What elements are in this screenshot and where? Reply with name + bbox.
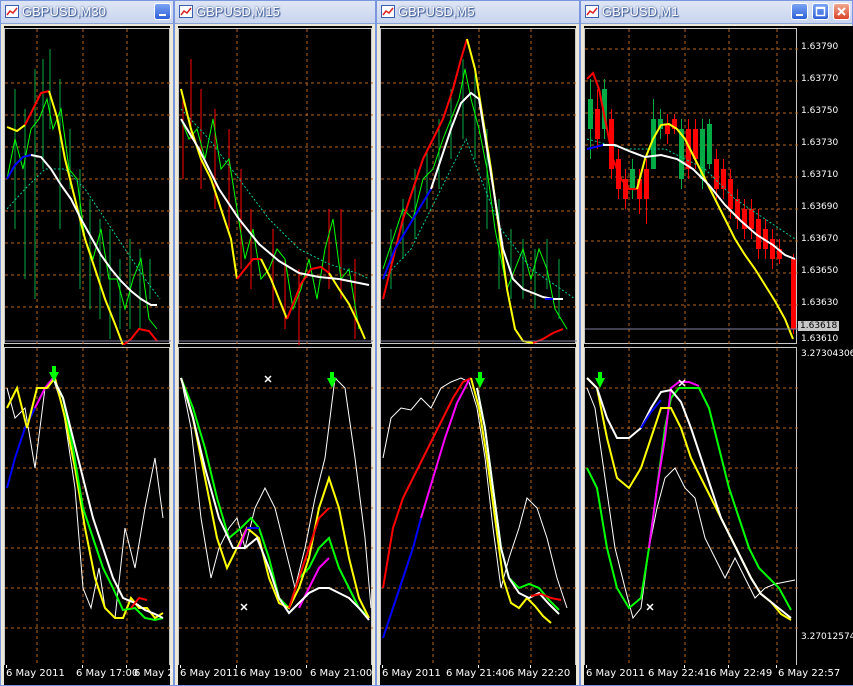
minimize-icon xyxy=(159,14,166,16)
time-axis: 6 May 2011 6 May 21:40 6 May 22:20 xyxy=(380,665,576,685)
chart-window-m1[interactable]: GBPUSD,M1 1.63790 1.63770 1.63750 1.6373… xyxy=(580,0,853,686)
window-title: GBPUSD,M5 xyxy=(398,4,475,19)
price-panel[interactable] xyxy=(178,28,373,345)
price-chart xyxy=(179,29,373,345)
time-label: 6 May 2011 xyxy=(382,668,441,679)
price-panel[interactable] xyxy=(584,28,800,345)
time-label: 6 May 2011 xyxy=(180,668,239,679)
indicator-panel[interactable] xyxy=(584,347,800,670)
indicator-chart xyxy=(585,348,800,670)
window-titlebar[interactable]: GBPUSD,M1 xyxy=(581,1,852,24)
arrow-down-icon xyxy=(327,372,337,388)
time-label: 6 May 22:41 xyxy=(648,668,711,679)
price-label: 1.63650 xyxy=(801,266,839,276)
indicator-panel[interactable] xyxy=(4,347,171,670)
window-title: GBPUSD,M15 xyxy=(196,4,280,19)
current-price-badge: 1.63618 xyxy=(798,321,840,331)
price-label: 1.63770 xyxy=(801,74,839,84)
price-chart xyxy=(585,29,800,345)
time-label: 6 May 2 xyxy=(134,668,174,679)
price-label: 1.63750 xyxy=(801,106,839,116)
window-title: GBPUSD,M30 xyxy=(22,4,106,19)
price-panel[interactable] xyxy=(380,28,577,345)
cross-marker-icon xyxy=(264,375,272,383)
price-label: 1.63670 xyxy=(801,234,839,244)
window-titlebar[interactable]: GBPUSD,M30 xyxy=(1,1,173,24)
indicator-panel[interactable] xyxy=(178,347,373,670)
price-label: 1.63630 xyxy=(801,298,839,308)
price-label: 1.63730 xyxy=(801,138,839,148)
chart-window-icon xyxy=(179,5,193,18)
cross-marker-icon xyxy=(646,603,654,611)
chart-window-icon xyxy=(381,5,395,18)
chart-area[interactable]: 1.63790 1.63770 1.63750 1.63730 1.63710 … xyxy=(584,26,853,685)
chart-window-m5[interactable]: GBPUSD,M5 6 May 2011 6 May 21:40 6 May 2… xyxy=(376,0,580,686)
indicator-chart xyxy=(179,348,373,670)
time-axis: 6 May 2011 6 May 19:00 6 May 21:00 xyxy=(178,665,372,685)
indicator-chart xyxy=(381,348,577,670)
time-label: 6 May 22:57 xyxy=(778,668,841,679)
chart-area[interactable]: 6 May 2011 6 May 21:40 6 May 22:20 xyxy=(380,26,577,685)
time-label: 6 May 2011 xyxy=(6,668,65,679)
indicator-panel[interactable] xyxy=(380,347,577,670)
maximize-button[interactable] xyxy=(812,3,829,20)
close-icon xyxy=(837,7,846,16)
arrow-down-icon xyxy=(475,372,485,388)
indicator-min-label: 3.27012574 xyxy=(801,632,853,642)
time-label: 6 May 19:00 xyxy=(240,668,303,679)
minimize-icon xyxy=(796,14,803,16)
maximize-icon xyxy=(815,6,826,17)
indicator-max-label: 3.27304306 xyxy=(801,349,853,359)
time-label: 6 May 17:00 xyxy=(76,668,139,679)
time-axis: 6 May 2011 6 May 17:00 6 May 2 xyxy=(4,665,174,685)
price-label: 1.63790 xyxy=(801,42,839,52)
window-titlebar[interactable]: GBPUSD,M15 xyxy=(175,1,375,24)
price-chart xyxy=(5,29,171,345)
price-chart xyxy=(381,29,577,345)
indicator-chart xyxy=(5,348,171,670)
white-ma-line xyxy=(30,154,157,306)
chart-area[interactable]: 6 May 2011 6 May 19:00 6 May 21:00 xyxy=(178,26,373,685)
time-axis: 6 May 2011 6 May 22:41 6 May 22:49 6 May… xyxy=(584,665,849,685)
cross-marker-icon xyxy=(240,603,248,611)
yellow-trend-line xyxy=(636,122,794,340)
price-label: 1.63690 xyxy=(801,202,839,212)
chart-area[interactable]: 6 May 2011 6 May 17:00 6 May 2 xyxy=(4,26,174,685)
candles xyxy=(588,79,796,334)
chart-window-icon xyxy=(5,5,19,18)
chart-window-icon xyxy=(585,5,599,18)
chart-window-m15[interactable]: GBPUSD,M15 6 May 2011 6 May 19:00 6 May … xyxy=(174,0,376,686)
price-panel[interactable] xyxy=(4,28,171,345)
close-button[interactable] xyxy=(833,3,850,20)
minimize-button[interactable] xyxy=(154,3,171,20)
green-price-line xyxy=(180,118,360,330)
time-label: 6 May 21:40 xyxy=(446,668,509,679)
time-label: 6 May 21:00 xyxy=(310,668,373,679)
price-axis: 1.63790 1.63770 1.63750 1.63730 1.63710 … xyxy=(798,26,853,685)
arrow-down-icon xyxy=(595,372,605,388)
time-label: 6 May 22:49 xyxy=(710,668,773,679)
time-label: 6 May 22:20 xyxy=(508,668,571,679)
white-ma-line xyxy=(603,144,796,260)
yellow-trend-line xyxy=(6,124,26,133)
minimize-button[interactable] xyxy=(791,3,808,20)
window-title: GBPUSD,M1 xyxy=(602,4,679,19)
price-label: 1.63710 xyxy=(801,170,839,180)
price-label: 1.63610 xyxy=(801,334,839,344)
window-titlebar[interactable]: GBPUSD,M5 xyxy=(377,1,579,24)
chart-window-m30[interactable]: GBPUSD,M30 6 May 2011 6 May 17:00 6 May … xyxy=(0,0,174,686)
time-label: 6 May 2011 xyxy=(586,668,645,679)
